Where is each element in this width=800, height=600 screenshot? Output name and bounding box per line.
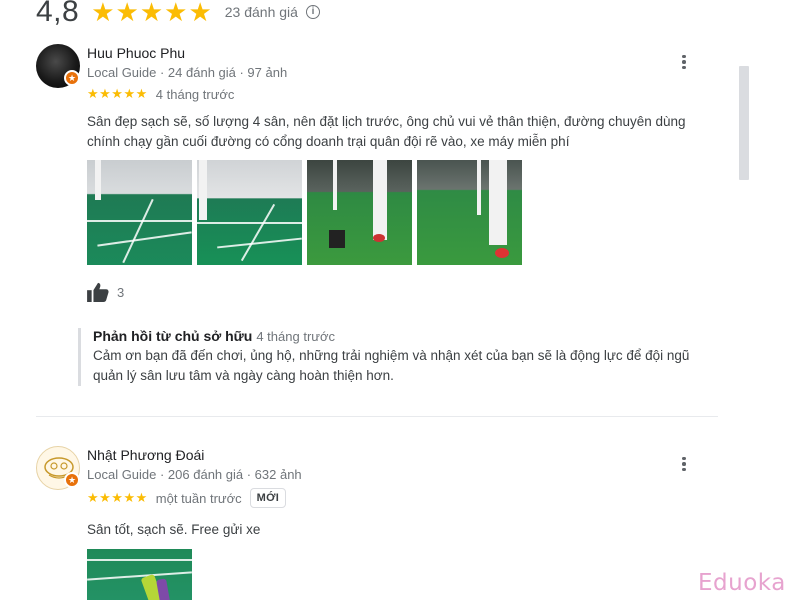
review-stars: ★★★★★ — [87, 86, 148, 101]
more-options-icon[interactable] — [674, 52, 694, 72]
review-time: 4 tháng trước — [155, 86, 235, 102]
review-time: một tuần trước — [155, 490, 242, 506]
like-button[interactable]: 3 — [87, 282, 124, 302]
review-photo[interactable] — [307, 160, 412, 265]
owner-reply: Phản hồi từ chủ sở hữu 4 tháng trước Cảm … — [78, 328, 718, 386]
review-photo[interactable] — [417, 160, 522, 265]
review-photo[interactable] — [197, 160, 302, 265]
review-photos — [87, 160, 522, 265]
reviewer-info: Nhật Phương Đoái Local Guide · 206 đánh … — [87, 447, 302, 482]
review-stars: ★★★★★ — [87, 490, 148, 505]
reviewer-meta: Local Guide · 206 đánh giá · 632 ảnh — [87, 467, 302, 482]
owner-reply-text: Cảm ơn bạn đã đến chơi, ủng hộ, những tr… — [93, 348, 690, 383]
average-rating: 4,8 — [36, 0, 80, 28]
reviewer-meta: Local Guide · 24 đánh giá · 97 ảnh — [87, 65, 288, 80]
scrollbar[interactable] — [739, 66, 749, 180]
review-text: Sân đẹp sạch sẽ, số lượng 4 sân, nên đặt… — [87, 114, 686, 149]
reviewer-name[interactable]: Huu Phuoc Phu — [87, 45, 287, 61]
local-guide-badge-icon: ★ — [64, 70, 80, 86]
review-rating-row: ★★★★★ 4 tháng trước — [87, 86, 234, 102]
thumbs-up-icon — [87, 282, 109, 302]
local-guide-badge-icon: ★ — [64, 472, 80, 488]
review-text: Sân tốt, sạch sẽ. Free gửi xe — [87, 522, 261, 537]
average-stars: ★★★★★ — [91, 0, 213, 27]
rating-summary: 4,8 ★★★★★ 23 đánh giá i — [36, 0, 320, 32]
review-rating-row: ★★★★★ một tuần trước MỚI — [87, 488, 287, 508]
watermark-logo: Eduoka — [698, 570, 786, 596]
like-count: 3 — [117, 284, 125, 300]
reviewer-name[interactable]: Nhật Phương Đoái — [87, 447, 302, 463]
info-icon[interactable]: i — [305, 5, 320, 19]
review-photo[interactable] — [87, 549, 192, 600]
owner-reply-title: Phản hồi từ chủ sở hữu — [93, 328, 253, 344]
more-options-icon[interactable] — [674, 454, 694, 474]
new-badge: MỚI — [249, 488, 287, 508]
reviewer-info: Huu Phuoc Phu Local Guide · 24 đánh giá … — [87, 45, 287, 80]
review-divider — [36, 416, 718, 417]
review-count: 23 đánh giá — [224, 4, 298, 20]
owner-reply-time: 4 tháng trước — [256, 329, 335, 344]
review-photo[interactable] — [87, 160, 192, 265]
